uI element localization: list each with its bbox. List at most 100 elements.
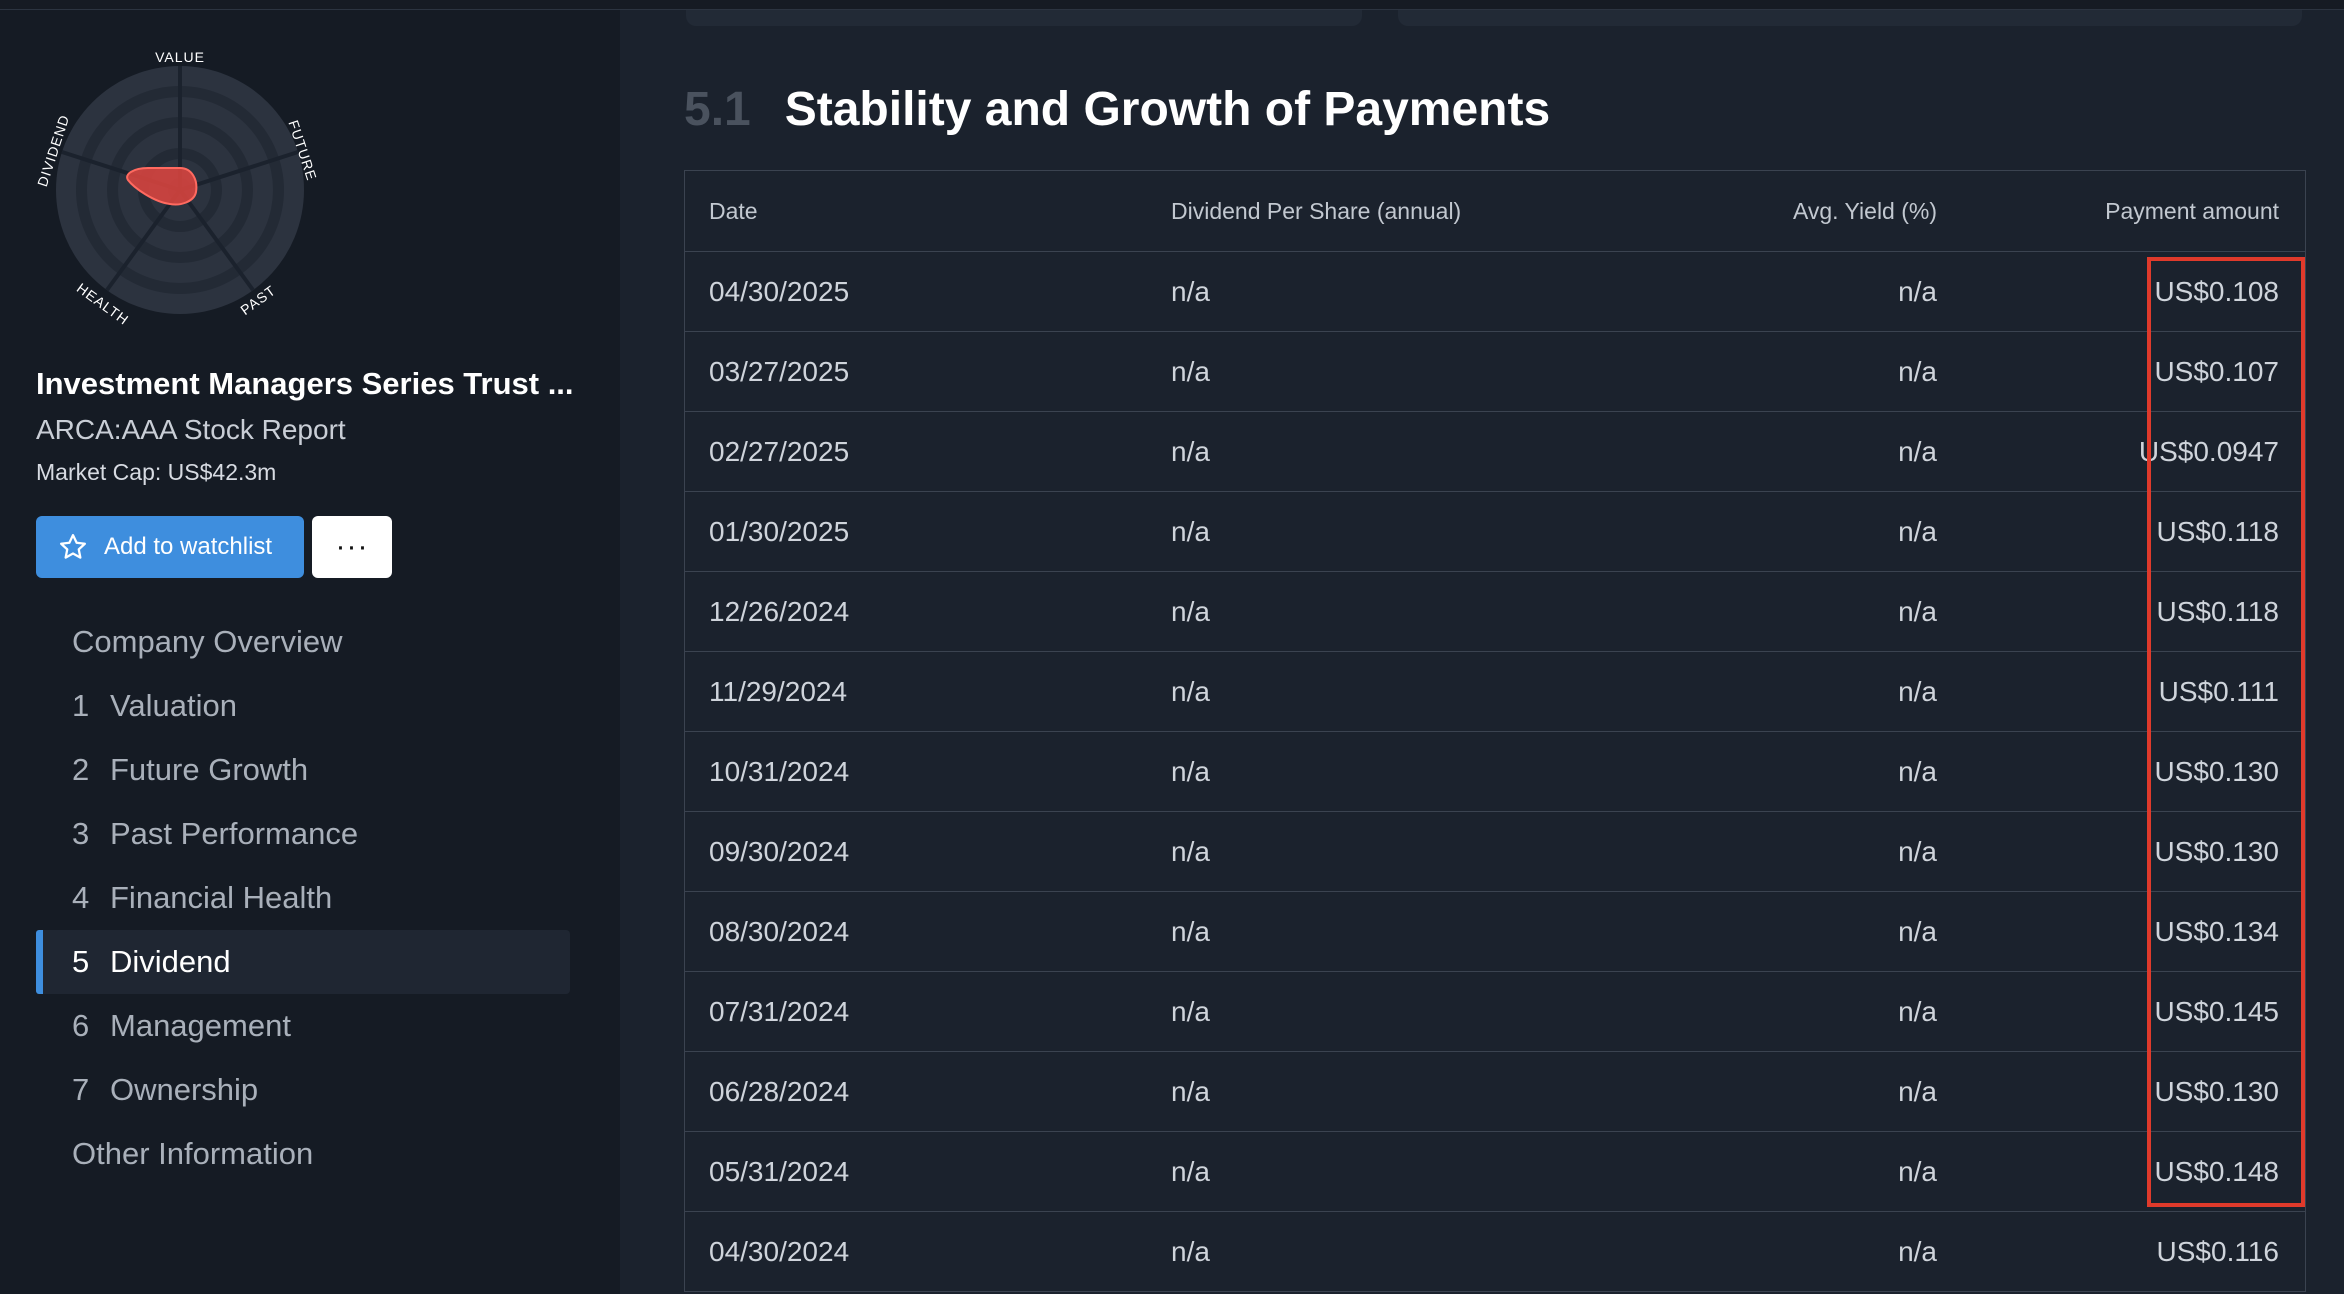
nav-label: Financial Health <box>110 880 333 915</box>
cell-payment: US$0.107 <box>2154 355 2279 387</box>
table-row: 08/30/2024 n/a n/a US$0.134 <box>685 891 2305 971</box>
table-row: 05/31/2024 n/a n/a US$0.148 <box>685 1131 2305 1211</box>
header-dividend-per-share: Dividend Per Share (annual) <box>1171 197 1462 224</box>
table-row: 04/30/2025 n/a n/a US$0.108 <box>685 251 2305 331</box>
cell-date: 07/31/2024 <box>709 995 850 1027</box>
table-row: 02/27/2025 n/a n/a US$0.0947 <box>685 411 2305 491</box>
nav-item-other-information[interactable]: Other Information <box>36 1122 570 1186</box>
nav-label: Company Overview <box>72 624 343 659</box>
nav-number: 6 <box>72 1008 90 1043</box>
nav-item-dividend[interactable]: 5 Dividend <box>36 930 570 994</box>
table-row: 01/30/2025 n/a n/a US$0.118 <box>685 491 2305 571</box>
table-row: 11/29/2024 n/a n/a US$0.111 <box>685 651 2305 731</box>
cell-date: 08/30/2024 <box>709 915 850 947</box>
nav-item-past-performance[interactable]: 3 Past Performance <box>36 802 570 866</box>
snowflake-chart: VALUE FUTURE PAST HEALTH DIVIDEND <box>30 40 330 340</box>
cell-yield: n/a <box>1898 275 1937 307</box>
cell-yield: n/a <box>1898 355 1937 387</box>
cell-date: 12/26/2024 <box>709 595 850 627</box>
table-row: 06/28/2024 n/a n/a US$0.130 <box>685 1051 2305 1131</box>
cell-date: 04/30/2024 <box>709 1235 850 1267</box>
nav-item-valuation[interactable]: 1 Valuation <box>36 674 570 738</box>
main-content: 5.1 Stability and Growth of Payments Dat… <box>620 10 2344 1294</box>
cell-payment: US$0.118 <box>2156 515 2279 547</box>
header-avg-yield: Avg. Yield (%) <box>1792 197 1937 224</box>
cell-yield: n/a <box>1898 835 1937 867</box>
cell-payment: US$0.116 <box>2156 1235 2279 1267</box>
cell-dps: n/a <box>1171 675 1210 707</box>
cell-payment: US$0.134 <box>2154 915 2279 947</box>
watchlist-label: Add to watchlist <box>104 533 273 560</box>
nav-label: Future Growth <box>110 752 309 787</box>
snowflake-svg: VALUE FUTURE PAST HEALTH DIVIDEND <box>34 49 320 328</box>
cell-dps: n/a <box>1171 755 1210 787</box>
cell-date: 09/30/2024 <box>709 835 850 867</box>
cell-date: 04/30/2025 <box>709 275 850 307</box>
table-row: 12/26/2024 n/a n/a US$0.118 <box>685 571 2305 651</box>
cell-yield: n/a <box>1898 755 1937 787</box>
cell-payment: US$0.108 <box>2154 275 2279 307</box>
nav-item-ownership[interactable]: 7 Ownership <box>36 1058 570 1122</box>
nav-number: 2 <box>72 752 90 787</box>
nav-label: Dividend <box>110 944 231 979</box>
nav-label: Valuation <box>110 688 237 723</box>
card-edge <box>1398 10 2302 26</box>
cell-date: 11/29/2024 <box>709 675 848 707</box>
cell-yield: n/a <box>1898 515 1937 547</box>
table-row: 03/27/2025 n/a n/a US$0.107 <box>685 331 2305 411</box>
cell-dps: n/a <box>1171 275 1210 307</box>
ticker-report: ARCA:AAA Stock Report <box>36 414 346 445</box>
table-header-row: Date Dividend Per Share (annual) Avg. Yi… <box>685 171 2305 251</box>
table-row: 09/30/2024 n/a n/a US$0.130 <box>685 811 2305 891</box>
nav-item-company-overview[interactable]: Company Overview <box>36 610 570 674</box>
nav-item-future-growth[interactable]: 2 Future Growth <box>36 738 570 802</box>
nav-label: Past Performance <box>110 816 359 851</box>
market-cap-text: Market Cap: US$42.3m <box>36 459 277 485</box>
cell-payment: US$0.130 <box>2154 1075 2279 1107</box>
header-payment-amount: Payment amount <box>2105 197 2279 224</box>
more-icon: ··· <box>335 530 369 563</box>
cell-payment: US$0.111 <box>2158 675 2279 707</box>
add-to-watchlist-button[interactable]: Add to watchlist <box>36 516 304 578</box>
cell-dps: n/a <box>1171 355 1210 387</box>
cell-yield: n/a <box>1898 595 1937 627</box>
payments-table: Date Dividend Per Share (annual) Avg. Yi… <box>684 170 2306 1292</box>
cell-dps: n/a <box>1171 515 1210 547</box>
cell-yield: n/a <box>1898 915 1937 947</box>
cell-yield: n/a <box>1898 995 1937 1027</box>
cell-yield: n/a <box>1898 1235 1937 1267</box>
cell-yield: n/a <box>1898 435 1937 467</box>
cell-payment: US$0.118 <box>2156 595 2279 627</box>
cell-dps: n/a <box>1171 595 1210 627</box>
cell-date: 10/31/2024 <box>709 755 850 787</box>
nav-label: Other Information <box>72 1136 314 1171</box>
company-name: Investment Managers Series Trust ... <box>36 366 574 401</box>
cell-payment: US$0.0947 <box>2138 435 2279 467</box>
star-icon <box>58 530 92 564</box>
section-number: 5.1 <box>684 83 751 136</box>
cell-dps: n/a <box>1171 915 1210 947</box>
cell-payment: US$0.148 <box>2154 1155 2279 1187</box>
section-title: Stability and Growth of Payments <box>784 83 1551 136</box>
nav-number: 3 <box>72 816 90 851</box>
nav-item-financial-health[interactable]: 4 Financial Health <box>36 866 570 930</box>
cell-dps: n/a <box>1171 1155 1210 1187</box>
cell-payment: US$0.145 <box>2154 995 2279 1027</box>
cell-date: 05/31/2024 <box>709 1155 850 1187</box>
nav-item-management[interactable]: 6 Management <box>36 994 570 1058</box>
cell-payment: US$0.130 <box>2154 835 2279 867</box>
cell-dps: n/a <box>1171 835 1210 867</box>
cell-dps: n/a <box>1171 995 1210 1027</box>
cell-yield: n/a <box>1898 1155 1937 1187</box>
table-row: 07/31/2024 n/a n/a US$0.145 <box>685 971 2305 1051</box>
nav-label: Management <box>110 1008 291 1043</box>
top-bar <box>0 0 2344 10</box>
nav-label: Ownership <box>110 1072 259 1107</box>
more-options-button[interactable]: ··· <box>312 516 392 578</box>
report-nav: Company Overview 1 Valuation 2 Future Grow… <box>36 610 570 1186</box>
cell-dps: n/a <box>1171 1075 1210 1107</box>
nav-number: 4 <box>72 880 90 915</box>
header-date: Date <box>709 197 758 224</box>
snowflake-label-value: VALUE <box>155 49 205 65</box>
cell-date: 06/28/2024 <box>709 1075 850 1107</box>
